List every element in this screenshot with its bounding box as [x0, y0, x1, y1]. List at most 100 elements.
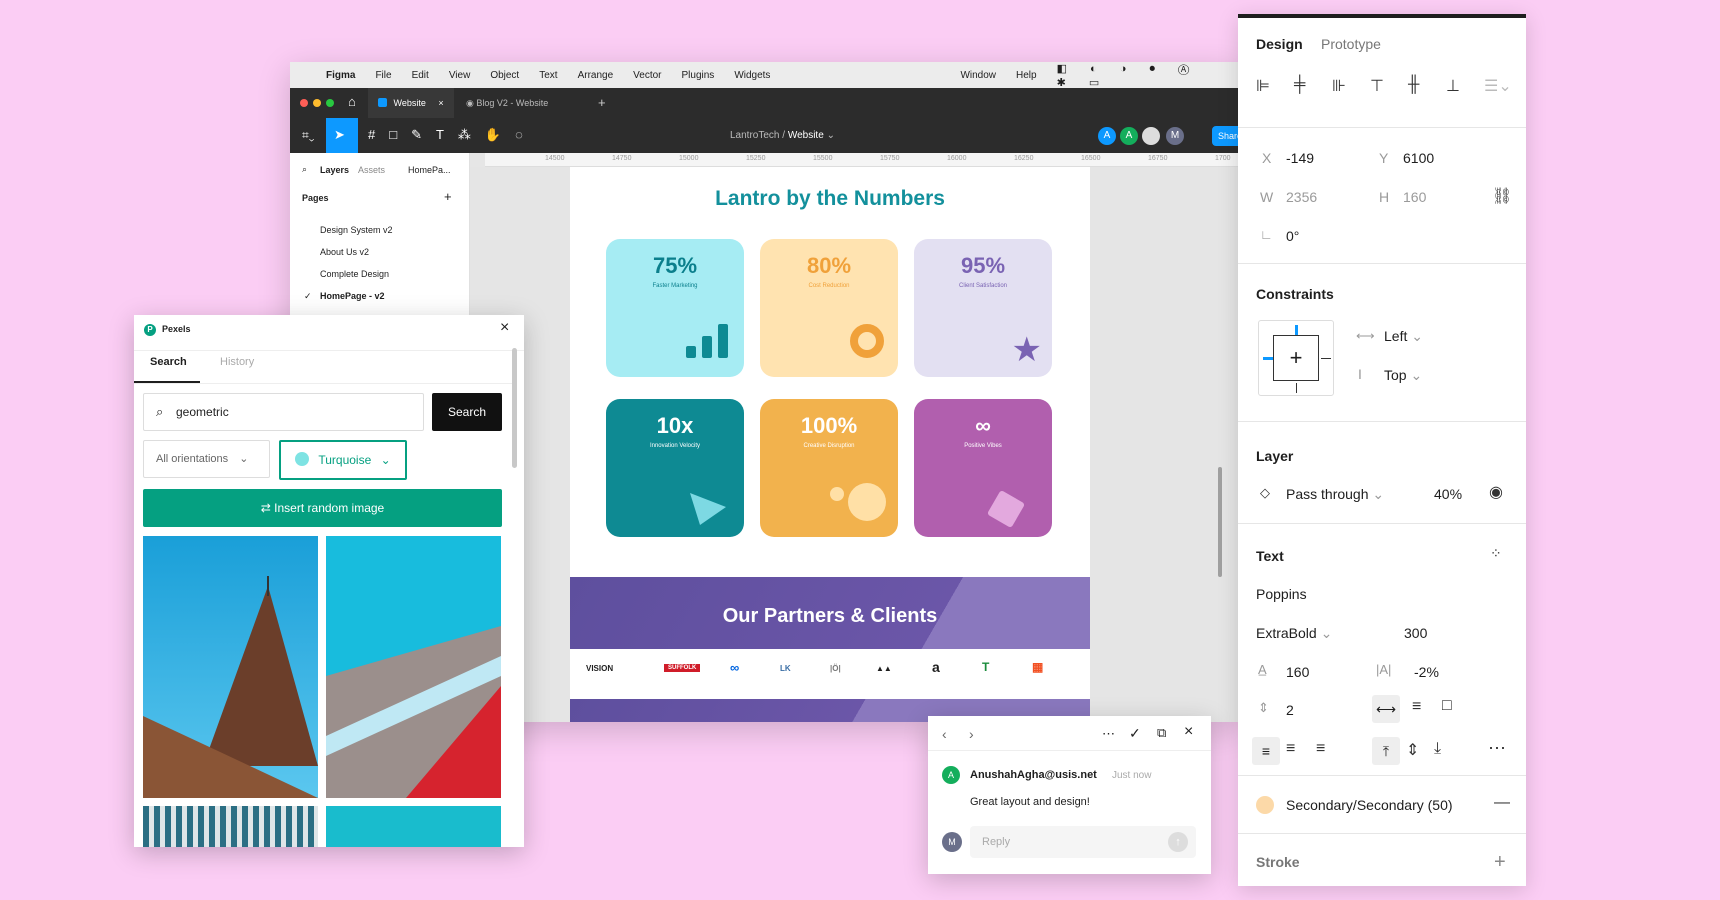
align-text-right-icon[interactable]: ≡	[1316, 740, 1325, 758]
constraints-widget[interactable]: +	[1258, 320, 1334, 396]
zoom-window-button[interactable]	[326, 99, 334, 107]
font-size-input[interactable]: 300	[1404, 625, 1427, 641]
page-item[interactable]: About Us v2	[320, 247, 369, 257]
distribute-icon[interactable]: ☰⌄	[1484, 76, 1512, 96]
next-comment-icon[interactable]: ›	[969, 726, 974, 742]
add-stroke-icon[interactable]: +	[1494, 851, 1506, 874]
auto-width-icon[interactable]: ⟷	[1372, 695, 1400, 723]
tab-website[interactable]: Website ×	[368, 88, 454, 118]
plugin-scrollbar[interactable]	[512, 348, 517, 468]
page-item-active[interactable]: HomePage - v2	[320, 291, 385, 301]
align-left-icon[interactable]: ⊫	[1256, 76, 1270, 96]
menu-file[interactable]: File	[375, 70, 391, 81]
page-item[interactable]: Complete Design	[320, 269, 389, 279]
tab-blog[interactable]: ◉ Blog V2 - Website	[466, 98, 548, 109]
align-text-left-icon[interactable]: ≡	[1252, 737, 1280, 765]
menu-widgets[interactable]: Widgets	[734, 70, 770, 81]
align-text-bottom-icon[interactable]: ⤓	[1434, 740, 1441, 758]
type-settings-icon[interactable]: ⁘	[1490, 545, 1502, 562]
constrain-proportions-icon[interactable]: ⛓	[1492, 186, 1512, 206]
y-input[interactable]: 6100	[1403, 150, 1434, 166]
align-text-top-icon[interactable]: ⤒	[1372, 737, 1400, 765]
result-image[interactable]	[326, 536, 501, 798]
eye-icon[interactable]: ◉	[1489, 482, 1503, 502]
fill-style-name[interactable]: Secondary/Secondary (50)	[1286, 797, 1453, 813]
stat-card[interactable]: ∞ Positive Vibes	[914, 399, 1052, 537]
constraint-bottom[interactable]	[1296, 383, 1297, 393]
h-input[interactable]: 160	[1403, 189, 1426, 205]
avatar[interactable]: A	[1098, 127, 1116, 145]
font-weight-select[interactable]: ExtraBold ⌄	[1256, 625, 1332, 642]
tab-assets[interactable]: Assets	[358, 165, 385, 175]
send-icon[interactable]: ↑	[1168, 832, 1188, 852]
w-input[interactable]: 2356	[1286, 189, 1317, 205]
constraint-center[interactable]: +	[1273, 335, 1319, 381]
menu-plugins[interactable]: Plugins	[682, 70, 715, 81]
close-tab-icon[interactable]: ×	[438, 98, 443, 108]
insert-random-button[interactable]: ⇄ Insert random image	[143, 489, 502, 527]
move-tool-icon[interactable]: ➤	[326, 118, 358, 153]
constraint-top[interactable]	[1295, 325, 1298, 335]
letter-spacing-input[interactable]: -2%	[1414, 664, 1439, 680]
home-icon[interactable]: ⌂	[348, 94, 356, 109]
line-height-input[interactable]: 160	[1286, 664, 1309, 680]
align-top-icon[interactable]: ⊤	[1370, 76, 1384, 96]
reply-input[interactable]: Reply ↑	[970, 826, 1196, 858]
result-image[interactable]	[326, 806, 501, 847]
menu-vector[interactable]: Vector	[633, 70, 661, 81]
add-page-icon[interactable]: +	[444, 189, 452, 204]
align-center-v-icon[interactable]: ╫	[1408, 76, 1419, 94]
avatar[interactable]: M	[1166, 127, 1184, 145]
menu-object[interactable]: Object	[490, 70, 519, 81]
vertical-constraint-select[interactable]: Top ⌄	[1384, 367, 1422, 384]
avatar[interactable]	[1142, 127, 1160, 145]
color-filter-select[interactable]: Turquoise ⌄	[279, 440, 407, 480]
x-input[interactable]: -149	[1286, 150, 1314, 166]
close-icon[interactable]: ×	[1184, 723, 1193, 741]
align-text-center-icon[interactable]: ≡	[1286, 740, 1295, 758]
fixed-size-icon[interactable]: □	[1442, 697, 1452, 715]
close-window-button[interactable]	[300, 99, 308, 107]
menu-app-name[interactable]: Figma	[326, 70, 355, 81]
chevron-down-icon[interactable]: ⌄	[827, 130, 835, 141]
more-icon[interactable]: ⋯	[1102, 726, 1115, 742]
opacity-input[interactable]: 40%	[1434, 486, 1462, 502]
constraint-right[interactable]	[1321, 358, 1331, 359]
breadcrumb-file[interactable]: Website	[788, 130, 824, 141]
stat-card[interactable]: 10x Innovation Velocity	[606, 399, 744, 537]
menu-text[interactable]: Text	[539, 70, 557, 81]
close-icon[interactable]: ×	[500, 319, 509, 337]
menu-arrange[interactable]: Arrange	[578, 70, 614, 81]
new-tab-icon[interactable]: +	[598, 95, 606, 110]
search-icon[interactable]: ⌕	[302, 164, 307, 175]
stat-card[interactable]: 75% Faster Marketing	[606, 239, 744, 377]
canvas[interactable]: Lantro by the Numbers 75% Faster Marketi…	[470, 167, 1240, 722]
prev-comment-icon[interactable]: ‹	[942, 726, 947, 742]
stat-card[interactable]: 95% Client Satisfaction ★	[914, 239, 1052, 377]
align-bottom-icon[interactable]: ⊥	[1446, 76, 1460, 96]
frame-homepage[interactable]: Lantro by the Numbers 75% Faster Marketi…	[570, 167, 1090, 722]
remove-fill-icon[interactable]: —	[1494, 794, 1510, 812]
tool-icons[interactable]: #□✎T⁂✋◌	[368, 127, 537, 143]
menu-window[interactable]: Window	[960, 70, 996, 81]
result-image[interactable]	[143, 806, 318, 847]
vertical-scrollbar[interactable]	[1218, 467, 1222, 577]
more-options-icon[interactable]: ⋯	[1488, 738, 1506, 759]
tab-layers[interactable]: Layers	[320, 165, 349, 175]
align-text-middle-icon[interactable]: ⇕	[1406, 740, 1419, 760]
stat-card[interactable]: 80% Cost Reduction	[760, 239, 898, 377]
font-family-select[interactable]: Poppins	[1256, 586, 1307, 602]
blend-mode-select[interactable]: Pass through ⌄	[1286, 486, 1384, 503]
rotation-input[interactable]: 0°	[1286, 228, 1299, 244]
align-right-icon[interactable]: ⊪	[1332, 76, 1346, 96]
orientation-select[interactable]: All orientations ⌄	[143, 440, 270, 478]
page-selector[interactable]: HomePa...	[408, 165, 451, 175]
tab-search[interactable]: Search	[150, 356, 187, 368]
horizontal-constraint-select[interactable]: Left ⌄	[1384, 328, 1423, 345]
main-menu-icon[interactable]: ⌗⌄	[302, 128, 314, 143]
share-button[interactable]: Share	[1212, 126, 1240, 146]
result-image[interactable]	[143, 536, 318, 798]
fill-swatch[interactable]	[1256, 796, 1274, 814]
search-input[interactable]: ⌕ geometric	[143, 393, 424, 431]
constraint-left[interactable]	[1263, 357, 1273, 360]
